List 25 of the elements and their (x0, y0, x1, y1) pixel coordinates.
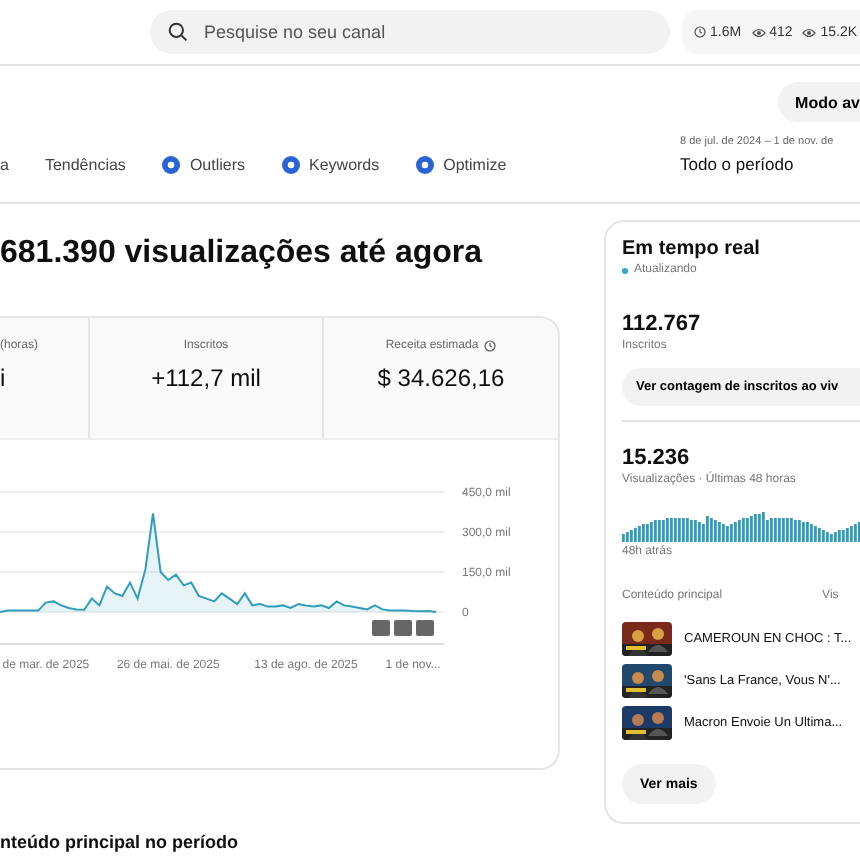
tab[interactable]: Keywords (281, 156, 380, 178)
search-field[interactable]: Pesquise no seu canal (150, 10, 670, 54)
extension-icon (281, 156, 299, 174)
tab[interactable]: Optimize (415, 156, 507, 178)
eye-icon (802, 27, 817, 37)
period-selector[interactable]: Todo o período (680, 154, 860, 174)
tab[interactable]: Tendências (44, 156, 126, 178)
metric-value: +112,7 mil (151, 364, 261, 392)
clock-icon (484, 340, 497, 352)
search-icon (168, 22, 188, 42)
eye-icon (751, 27, 766, 37)
metric-value: $ 34.626,16 (377, 364, 505, 392)
metric-value: i (0, 364, 6, 392)
status-dot-icon (622, 267, 628, 273)
card-title: Em tempo real (622, 238, 762, 260)
mode-button[interactable]: Modo av (777, 82, 860, 122)
section-title: nteúdo principal no período (0, 832, 240, 852)
tab[interactable]: Outliers (161, 156, 245, 178)
headline: 681.390 visualizações até agora (0, 236, 485, 272)
extension-icon (415, 156, 434, 174)
extension-icon (161, 156, 180, 174)
tab[interactable]: a (0, 156, 9, 178)
subscriber-count: 112.767 (622, 312, 703, 336)
view-count: 15.236 (622, 446, 692, 470)
clock-icon (694, 26, 706, 38)
